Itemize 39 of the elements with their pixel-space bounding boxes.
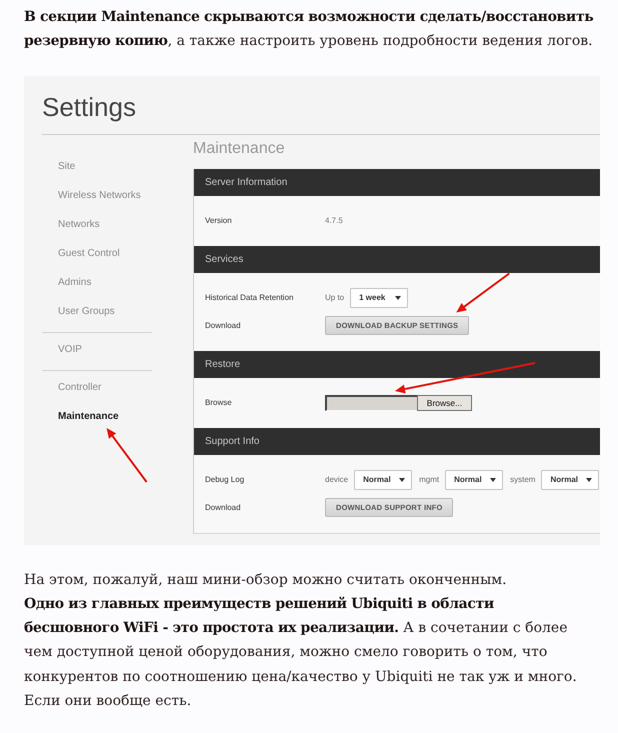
sidebar-item[interactable]: Site	[58, 160, 76, 172]
paragraph: В секции Maintenance скрываются возможности сделать/восстановить резервную копию, а также настроить уровень подробности ведения логов.	[24, 8, 594, 52]
sidebar-item[interactable]: Controller	[58, 382, 102, 393]
paragraph: На этом, пожалуй, наш мини-обзор можно считать оконченным.	[24, 570, 508, 590]
section-header: Server Information	[194, 168, 600, 196]
value-text: 4.7.5	[325, 216, 343, 226]
field-label: Download	[205, 321, 241, 330]
dropdown[interactable]: Normal	[354, 470, 412, 490]
sidebar-item[interactable]: User Groups	[58, 306, 115, 317]
caret-icon	[586, 478, 592, 482]
sidebar-item[interactable]: Admins	[58, 276, 92, 288]
field-label: Debug Log	[205, 475, 244, 484]
field-label: Version	[205, 216, 232, 226]
sidebar-item[interactable]: VOIP	[58, 344, 82, 355]
page-heading: Maintenance	[193, 140, 285, 158]
sidebar-item[interactable]: Wireless Networks	[58, 190, 141, 201]
field-label: Browse	[205, 398, 232, 408]
sidebar-item[interactable]: Maintenance	[58, 410, 119, 422]
field-label: Historical Data Retention	[205, 293, 294, 302]
paragraph: Одно из главных преимуществ решений Ubiquiti в области бесшовного WiFi - это простота их реализации. А в сочетании с более чем доступной ценой оборудования, можно смело говорить о том, что конкурентов по соотношению цена/качество у Ubiquiti не так уж и много. Если они вообще есть.	[24, 594, 578, 712]
settings-title: Settings	[42, 92, 136, 122]
prefix-label: device	[325, 475, 348, 484]
caret-icon	[395, 296, 402, 300]
section-header: Support Info	[194, 428, 600, 455]
sidebar-item[interactable]: Guest Control	[58, 248, 120, 259]
section-header: Restore	[194, 350, 600, 378]
prefix-label: Up to	[325, 293, 344, 302]
caret-icon	[399, 478, 406, 482]
field-label: Download	[205, 503, 241, 512]
section-header: Services	[194, 246, 600, 273]
caret-icon	[490, 478, 496, 482]
browse-button[interactable]: Browse...	[417, 394, 472, 411]
dropdown[interactable]: Normal	[541, 470, 600, 490]
file-path-field[interactable]	[325, 394, 417, 411]
dropdown[interactable]: 1 week	[350, 288, 408, 308]
prefix-label: mgmt	[419, 475, 440, 484]
sidebar-item[interactable]: Networks	[58, 218, 100, 230]
dropdown[interactable]: Normal	[445, 470, 504, 490]
prefix-label: system	[510, 475, 536, 484]
